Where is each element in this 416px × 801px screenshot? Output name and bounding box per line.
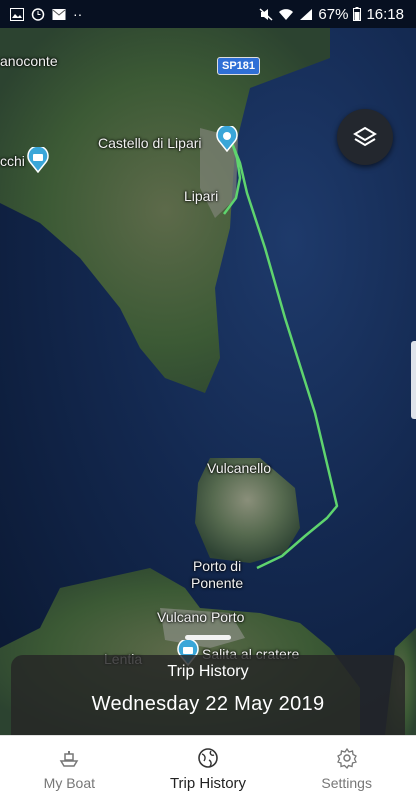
nav-label-my-boat: My Boat	[43, 775, 96, 791]
nav-item-settings[interactable]: Settings	[277, 736, 416, 801]
bottom-navigation: My Boat Trip History Settings	[0, 735, 416, 801]
trip-date: Wednesday 22 May 2019	[91, 693, 325, 715]
signal-icon	[300, 8, 313, 20]
map-label-vulcanello: Vulcanello	[207, 460, 272, 476]
map-label-cchi: cchi	[0, 153, 25, 169]
map-label-castello: Castello di Lipari	[98, 135, 202, 151]
nav-label-trip-history: Trip History	[169, 775, 247, 792]
battery-percent: 67%	[318, 5, 349, 23]
gallery-icon	[10, 7, 24, 21]
clock-time: 16:18	[366, 5, 404, 23]
panel-drag-handle[interactable]	[185, 635, 231, 640]
trip-info-panel[interactable]: Trip History Wednesday 22 May 2019	[11, 655, 405, 735]
map-label-lipari: Lipari	[184, 188, 219, 204]
status-dots: ··	[73, 6, 83, 22]
harbor-marker-icon[interactable]	[216, 126, 238, 152]
wifi-icon	[279, 8, 294, 20]
map-view[interactable]: SP181 anoconte Castello di Lipari Lipari…	[0, 28, 416, 735]
map-label-porto-di-ponente: Porto di Ponente	[191, 558, 244, 591]
trip-panel-title: Trip History	[167, 663, 249, 680]
status-bar: ·· 67% 16:18	[0, 0, 416, 28]
clock-icon	[31, 7, 45, 21]
boat-icon	[60, 751, 79, 767]
mail-icon	[52, 8, 66, 20]
battery-icon	[353, 7, 362, 21]
mute-icon	[259, 7, 273, 21]
road-badge: SP181	[217, 57, 261, 75]
map-label-vulcano-porto: Vulcano Porto	[157, 609, 245, 625]
nav-item-my-boat[interactable]: My Boat	[0, 736, 139, 801]
camera-marker-icon[interactable]	[27, 147, 49, 173]
map-label-anoconte: anoconte	[0, 53, 58, 69]
map-layers-button[interactable]	[337, 109, 393, 165]
scroll-handle[interactable]	[411, 341, 416, 419]
layers-icon	[353, 126, 377, 147]
nav-label-settings: Settings	[321, 775, 372, 791]
nav-item-trip-history[interactable]: Trip History	[139, 736, 278, 801]
gear-icon	[336, 747, 357, 769]
globe-icon	[198, 748, 218, 768]
